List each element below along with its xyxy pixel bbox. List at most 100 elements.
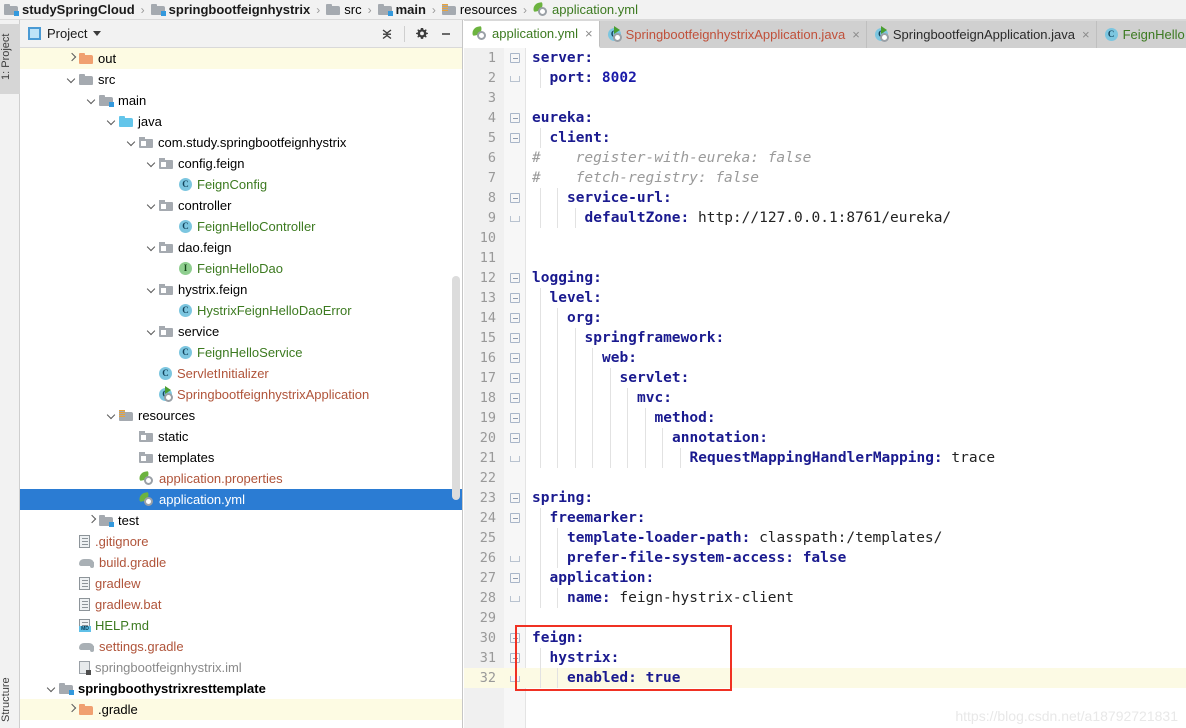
code-line[interactable]: 14 org:	[464, 308, 1186, 328]
fold-marker-expanded[interactable]	[510, 193, 520, 203]
tree-row[interactable]: test	[20, 510, 462, 531]
tree-row[interactable]: gradlew.bat	[20, 594, 462, 615]
code-line[interactable]: 21 RequestMappingHandlerMapping: trace	[464, 448, 1186, 468]
fold-marker-end[interactable]	[510, 676, 520, 682]
tree-row[interactable]: springbootfeignhystrix.iml	[20, 657, 462, 678]
tree-row[interactable]: C SpringbootfeignhystrixApplication	[20, 384, 462, 405]
tool-window-tab-project[interactable]: 1: Project	[0, 24, 20, 94]
fold-marker-expanded[interactable]	[510, 53, 520, 63]
chevron-down-icon[interactable]	[86, 95, 97, 106]
code-line[interactable]: 16 web:	[464, 348, 1186, 368]
tree-row[interactable]: out	[20, 48, 462, 69]
code-line[interactable]: 8 service-url:	[464, 188, 1186, 208]
tree-row[interactable]: controller	[20, 195, 462, 216]
code-line[interactable]: 9 defaultZone: http://127.0.0.1:8761/eure…	[464, 208, 1186, 228]
code-line[interactable]: 31 hystrix:	[464, 648, 1186, 668]
breadcrumb-item-main[interactable]: main	[377, 0, 426, 20]
tree-row[interactable]: main	[20, 90, 462, 111]
tree-row[interactable]: C FeignHelloService	[20, 342, 462, 363]
tree-row[interactable]: resources	[20, 405, 462, 426]
code-line[interactable]: 5 client:	[464, 128, 1186, 148]
code-editor[interactable]: 1 server: 2 port: 8002 3 4 eureka: 5 client: 6 # r…	[464, 48, 1186, 728]
collapse-all-button[interactable]	[376, 23, 398, 45]
tree-row[interactable]: hystrix.feign	[20, 279, 462, 300]
tree-row[interactable]: MD HELP.md	[20, 615, 462, 636]
code-line[interactable]: 27 application:	[464, 568, 1186, 588]
breadcrumb-item-application-yml[interactable]: application.yml	[532, 0, 638, 20]
chevron-down-icon[interactable]	[93, 31, 102, 36]
chevron-right-icon[interactable]	[86, 515, 97, 526]
fold-marker-expanded[interactable]	[510, 333, 520, 343]
project-tree-scrollbar[interactable]	[452, 276, 460, 500]
chevron-down-icon[interactable]	[146, 326, 157, 337]
tree-row[interactable]: templates	[20, 447, 462, 468]
tree-row[interactable]: I FeignHelloDao	[20, 258, 462, 279]
editor-tab-springbootfeignhystrixapplication-java[interactable]: CSpringbootfeignhystrixApplication.java ×	[599, 21, 867, 48]
code-line[interactable]: 18 mvc:	[464, 388, 1186, 408]
chevron-down-icon[interactable]	[66, 74, 77, 85]
editor-tab-application-yml[interactable]: application.yml ×	[464, 21, 600, 48]
chevron-down-icon[interactable]	[126, 137, 137, 148]
fold-marker-expanded[interactable]	[510, 373, 520, 383]
code-line[interactable]: 12 logging:	[464, 268, 1186, 288]
code-line[interactable]: 11	[464, 248, 1186, 268]
chevron-right-icon[interactable]	[66, 704, 77, 715]
breadcrumb-item-springbootfeignhystrix[interactable]: springbootfeignhystrix	[150, 0, 310, 20]
fold-marker-expanded[interactable]	[510, 113, 520, 123]
code-line[interactable]: 20 annotation:	[464, 428, 1186, 448]
chevron-down-icon[interactable]	[106, 116, 117, 127]
tree-row[interactable]: application.yml	[20, 489, 462, 510]
code-line[interactable]: 22	[464, 468, 1186, 488]
code-line[interactable]: 25 template-loader-path: classpath:/templ…	[464, 528, 1186, 548]
tree-row[interactable]: build.gradle	[20, 552, 462, 573]
breadcrumb-item-src[interactable]: src	[326, 0, 362, 20]
tree-row[interactable]: service	[20, 321, 462, 342]
tool-window-tab-structure[interactable]: Structure	[0, 672, 20, 728]
chevron-down-icon[interactable]	[46, 683, 57, 694]
code-line[interactable]: 6 # register-with-eureka: false	[464, 148, 1186, 168]
chevron-down-icon[interactable]	[146, 200, 157, 211]
code-line[interactable]: 23 spring:	[464, 488, 1186, 508]
tree-row[interactable]: static	[20, 426, 462, 447]
fold-marker-expanded[interactable]	[510, 293, 520, 303]
close-icon[interactable]: ×	[852, 28, 860, 41]
hide-panel-button[interactable]	[435, 23, 457, 45]
breadcrumb-item-studyspringcloud[interactable]: studySpringCloud	[4, 0, 135, 20]
code-line[interactable]: 30 feign:	[464, 628, 1186, 648]
fold-marker-expanded[interactable]	[510, 633, 520, 643]
tree-row[interactable]: .gitignore	[20, 531, 462, 552]
fold-marker-expanded[interactable]	[510, 433, 520, 443]
chevron-down-icon[interactable]	[146, 284, 157, 295]
tree-row[interactable]: dao.feign	[20, 237, 462, 258]
fold-marker-expanded[interactable]	[510, 653, 520, 663]
code-line[interactable]: 28 name: feign-hystrix-client	[464, 588, 1186, 608]
chevron-down-icon[interactable]	[106, 410, 117, 421]
code-line[interactable]: 26 prefer-file-system-access: false	[464, 548, 1186, 568]
code-line[interactable]: 29	[464, 608, 1186, 628]
fold-marker-expanded[interactable]	[510, 393, 520, 403]
tree-row[interactable]: C ServletInitializer	[20, 363, 462, 384]
project-title-group[interactable]: Project	[28, 26, 102, 41]
tree-row[interactable]: com.study.springbootfeignhystrix	[20, 132, 462, 153]
tree-row[interactable]: gradlew	[20, 573, 462, 594]
tree-row[interactable]: C HystrixFeignHelloDaoError	[20, 300, 462, 321]
code-line[interactable]: 19 method:	[464, 408, 1186, 428]
code-line[interactable]: 2 port: 8002	[464, 68, 1186, 88]
editor-tab-springbootfeignapplication-java[interactable]: CSpringbootfeignApplication.java ×	[866, 21, 1097, 48]
tree-row[interactable]: springboothystrixresttemplate	[20, 678, 462, 699]
fold-marker-expanded[interactable]	[510, 573, 520, 583]
close-icon[interactable]: ×	[1082, 28, 1090, 41]
chevron-right-icon[interactable]	[66, 53, 77, 64]
fold-marker-expanded[interactable]	[510, 353, 520, 363]
fold-marker-end[interactable]	[510, 596, 520, 602]
code-line[interactable]: 13 level:	[464, 288, 1186, 308]
fold-marker-expanded[interactable]	[510, 273, 520, 283]
code-line[interactable]: 24 freemarker:	[464, 508, 1186, 528]
code-line[interactable]: 3	[464, 88, 1186, 108]
tree-row[interactable]: C FeignHelloController	[20, 216, 462, 237]
tree-row[interactable]: settings.gradle	[20, 636, 462, 657]
editor-tab-feignhello[interactable]: C FeignHello	[1096, 21, 1186, 48]
tree-row[interactable]: java	[20, 111, 462, 132]
fold-marker-end[interactable]	[510, 556, 520, 562]
project-tree[interactable]: out src main java com.study.springbootfeignh…	[20, 48, 462, 728]
